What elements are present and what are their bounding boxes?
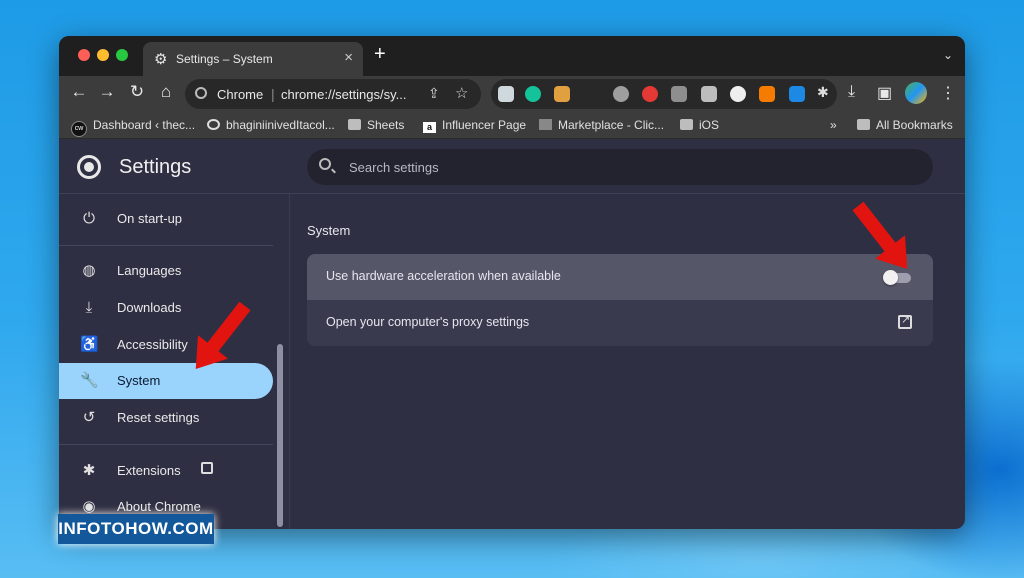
forward-icon[interactable]: → (96, 82, 118, 102)
extensions-bar: ✱ (491, 79, 837, 109)
sidebar-item-label: Accessibility (117, 337, 188, 352)
page-title: Settings (119, 156, 192, 178)
bookmarks-overflow-button[interactable]: » (830, 118, 837, 132)
home-icon[interactable]: ⌂ (155, 82, 177, 102)
bookmark-item[interactable]: Sheets (348, 118, 404, 132)
power-icon: ⏻ (83, 210, 95, 227)
history-icon: ↺ (82, 409, 96, 426)
search-icon (319, 158, 331, 170)
watermark: INFOTOHOW.COM (58, 514, 214, 544)
more-icon[interactable]: ⋮ (940, 83, 956, 103)
hardware-acceleration-row[interactable]: Use hardware acceleration when available (307, 254, 933, 300)
divider (59, 245, 273, 246)
extension-icon[interactable] (613, 86, 629, 102)
grammarly-icon[interactable] (525, 86, 541, 102)
bookmark-item[interactable]: Marketplace - Clic... (539, 118, 664, 132)
extension-icon[interactable] (671, 86, 687, 102)
download-icon: ⤓ (85, 299, 93, 316)
download-icon[interactable]: ⤓ (848, 83, 855, 101)
search-input[interactable]: Search settings (307, 149, 933, 185)
browser-window: ⚙ Settings – System × + ⌄ ← → ↻ ⌂ Chrome… (59, 36, 965, 529)
tab-title: Settings – System (176, 52, 273, 66)
sidebar-item-label: Languages (117, 263, 182, 278)
globe-icon: ◍ (82, 262, 96, 279)
maximize-window-button[interactable] (116, 49, 128, 61)
section-title: System (307, 223, 351, 238)
sidebar-item-label: On start-up (117, 211, 183, 226)
settings-header: Settings Search settings (59, 139, 965, 194)
gear-icon: ⚙ (154, 51, 168, 68)
cw-icon: cw (71, 121, 87, 137)
url-text[interactable]: chrome://settings/sy... (281, 87, 406, 102)
open-in-new-icon (201, 462, 213, 474)
proxy-settings-row[interactable]: Open your computer's proxy settings (307, 300, 933, 346)
extension-icon[interactable] (789, 86, 805, 102)
marketplace-icon (539, 119, 552, 130)
sidebar-item-label: Reset settings (117, 410, 200, 425)
chrome-logo-icon (77, 155, 101, 179)
back-icon[interactable]: ← (68, 82, 90, 102)
tab-settings-system[interactable]: ⚙ Settings – System × (143, 42, 363, 76)
panel-divider (289, 194, 290, 529)
avatar[interactable] (905, 82, 927, 104)
bookmark-item[interactable]: a Influencer Page (423, 118, 526, 133)
sidebar-item-on-start-up[interactable]: ⏻ On start-up (59, 201, 273, 237)
site-label: Chrome (217, 87, 264, 102)
rss-icon[interactable] (759, 86, 775, 102)
wrench-icon: 🔧 (80, 372, 99, 389)
star-icon[interactable]: ☆ (455, 84, 468, 102)
sidebar-item-label: System (117, 373, 161, 388)
chrome-site-icon (195, 87, 207, 99)
sidebar-item-accessibility[interactable]: ♿ Accessibility (59, 327, 273, 363)
extension-icon[interactable] (554, 86, 570, 102)
all-bookmarks-button[interactable]: All Bookmarks (857, 118, 953, 132)
folder-icon (857, 119, 870, 130)
sidebar-item-system[interactable]: 🔧 System (59, 363, 273, 399)
sidebar-item-label: Extensions (117, 463, 181, 478)
new-tab-button[interactable]: + (374, 43, 386, 66)
side-panel-icon[interactable]: ▣ (877, 83, 892, 103)
bookmark-item[interactable]: iOS (680, 118, 719, 132)
minimize-window-button[interactable] (97, 49, 109, 61)
sidebar-item-label: Downloads (117, 300, 182, 315)
toolbar: ← → ↻ ⌂ Chrome | chrome://settings/sy...… (59, 76, 965, 112)
camera-icon[interactable] (701, 86, 717, 102)
chevron-down-icon[interactable]: ⌄ (943, 48, 953, 62)
share-icon[interactable]: ⇪ (428, 85, 440, 102)
sidebar-scrollbar[interactable] (277, 344, 283, 527)
extension-icon[interactable] (498, 86, 514, 102)
system-settings-card: Use hardware acceleration when available… (307, 254, 933, 346)
omnibox-separator: | (271, 86, 275, 102)
search-placeholder: Search settings (349, 160, 439, 175)
amazon-icon: a (423, 122, 436, 133)
folder-icon (348, 119, 361, 130)
extension-icon[interactable] (730, 86, 746, 102)
sidebar-item-reset-settings[interactable]: ↺ Reset settings (59, 400, 273, 436)
sidebar-item-extensions[interactable]: ✱ Extensions (59, 453, 273, 489)
bookmark-item[interactable]: cw Dashboard ‹ thec... (71, 118, 195, 137)
sidebar-item-label: About Chrome (117, 499, 201, 514)
folder-icon (680, 119, 693, 130)
tab-strip: ⚙ Settings – System × + ⌄ (59, 36, 965, 76)
divider (59, 444, 273, 445)
puzzle-icon: ✱ (82, 462, 96, 479)
puzzle-icon[interactable]: ✱ (817, 84, 833, 100)
bookmarks-bar: cw Dashboard ‹ thec... bhaginiinivedItaco… (59, 112, 965, 139)
sidebar-item-languages[interactable]: ◍ Languages (59, 253, 273, 289)
bookmark-item[interactable]: bhaginiinivedItacol... (207, 118, 335, 132)
extension-icon[interactable] (642, 86, 658, 102)
open-in-new-icon[interactable] (898, 313, 912, 329)
accessibility-icon: ♿ (80, 336, 99, 353)
address-bar[interactable]: Chrome | chrome://settings/sy... ⇪ ☆ (185, 79, 481, 109)
proxy-settings-label: Open your computer's proxy settings (326, 315, 530, 329)
close-window-button[interactable] (78, 49, 90, 61)
reload-icon[interactable]: ↻ (126, 82, 148, 102)
close-tab-icon[interactable]: × (344, 49, 353, 66)
hardware-acceleration-label: Use hardware acceleration when available (326, 269, 561, 283)
globe-icon (207, 119, 220, 130)
settings-sidebar: ⏻ On start-up ◍ Languages ⤓ Downloads ♿ … (59, 194, 275, 529)
